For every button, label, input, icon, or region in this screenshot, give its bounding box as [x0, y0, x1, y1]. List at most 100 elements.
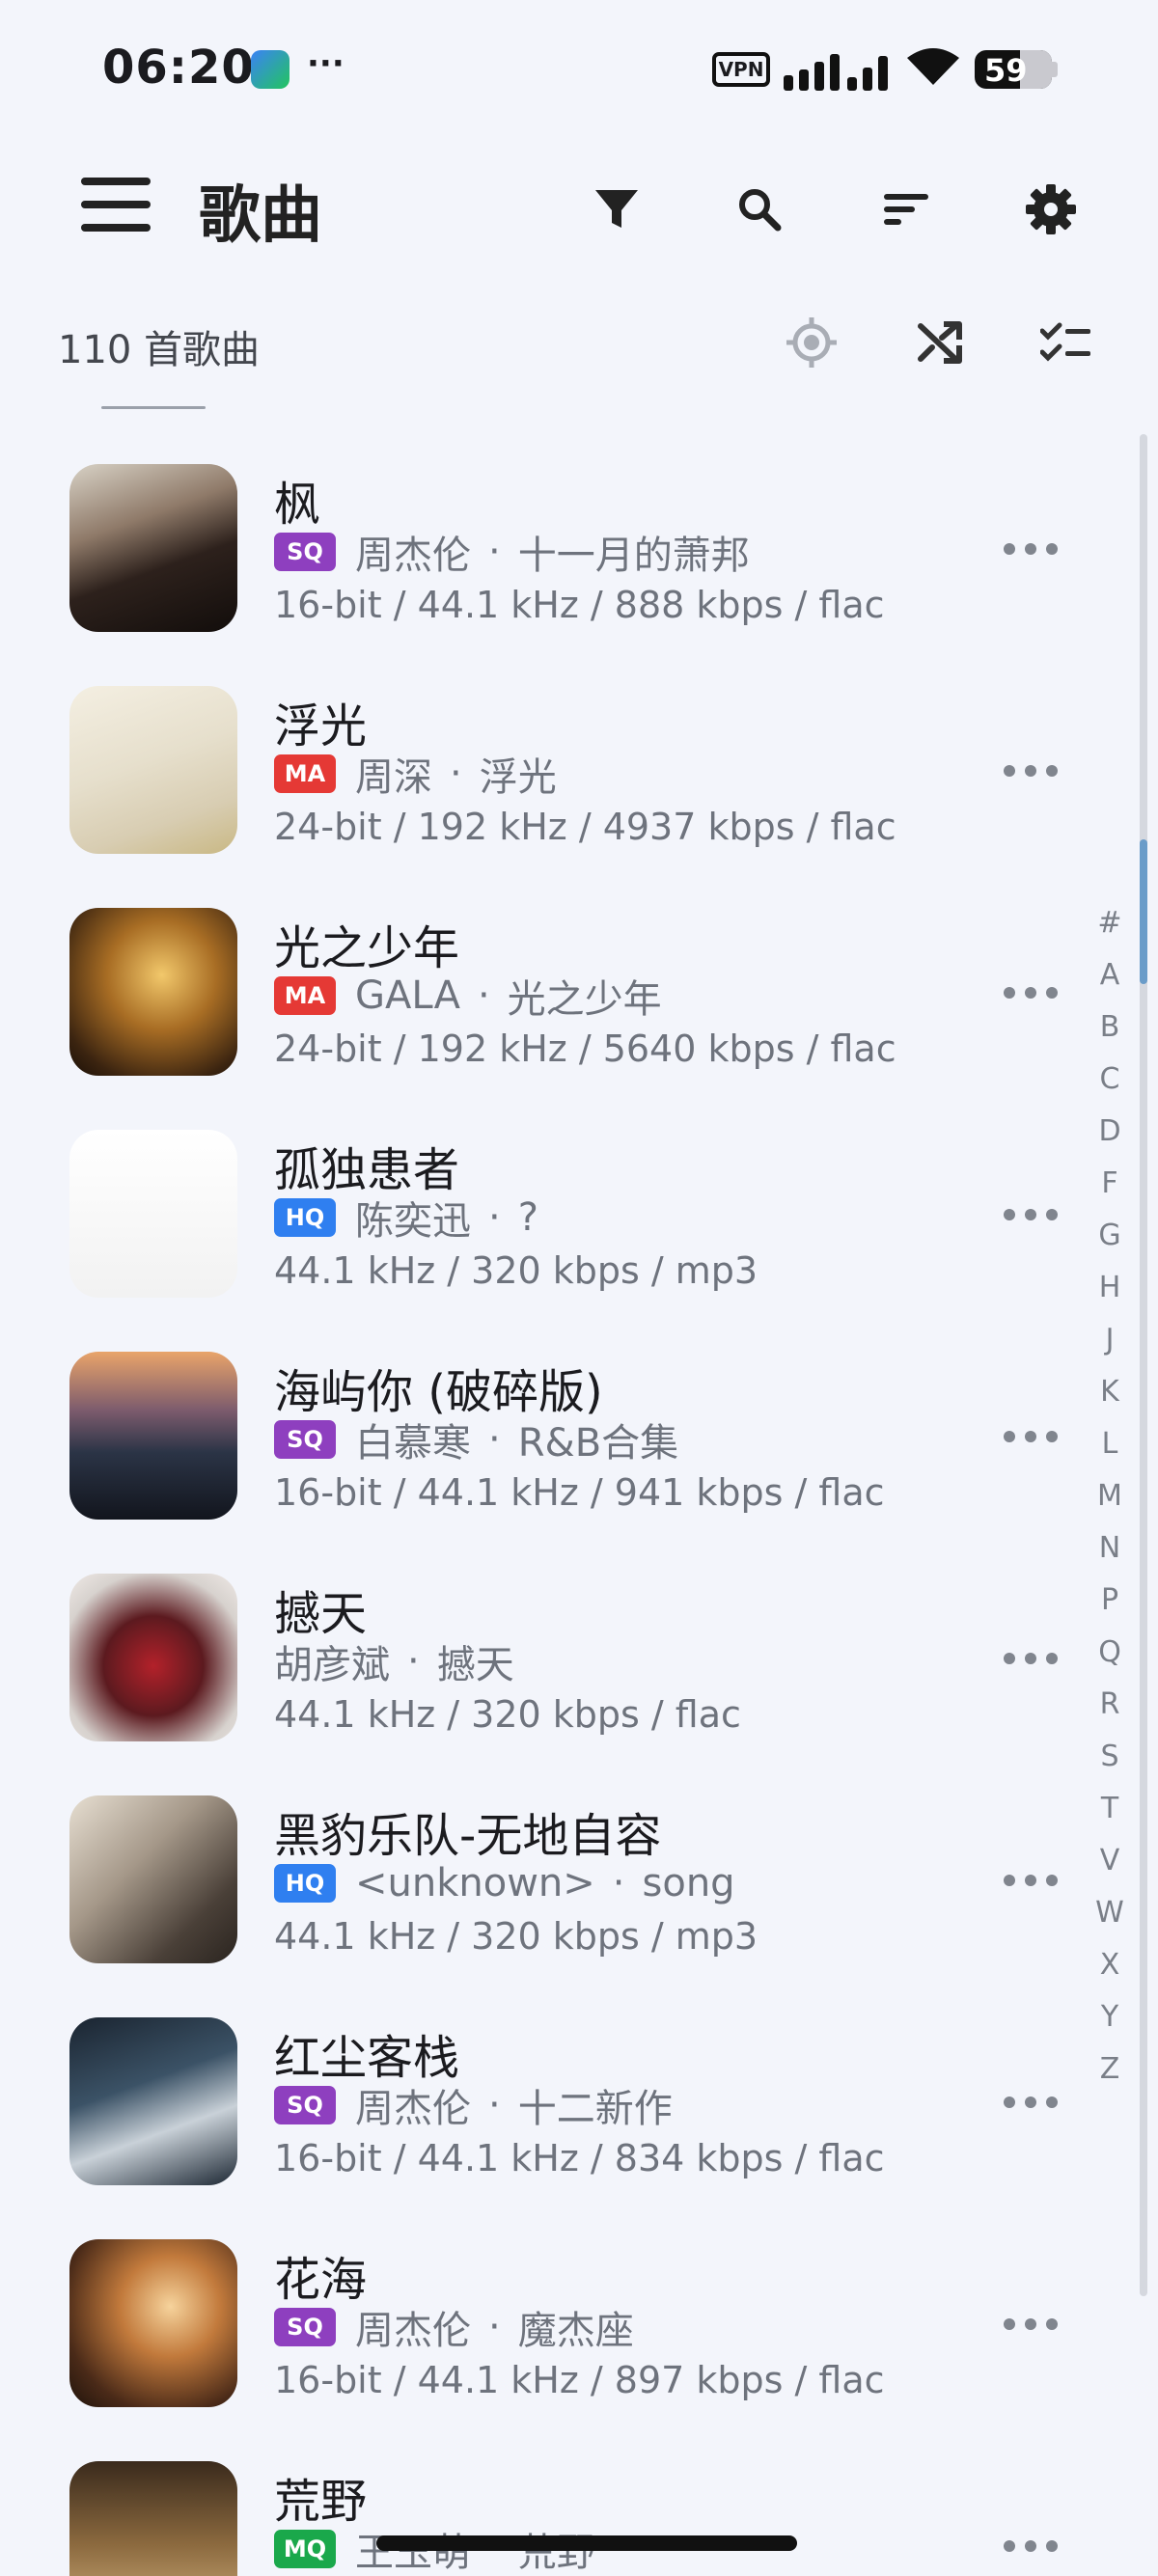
more-options-icon[interactable] [1004, 2533, 1058, 2560]
meta-separator: · [477, 973, 490, 1018]
song-artist: <unknown> [355, 1861, 595, 1905]
index-letter[interactable]: F [1089, 1158, 1131, 1210]
index-letter[interactable]: P [1089, 1575, 1131, 1627]
index-letter[interactable]: N [1089, 1522, 1131, 1575]
scrollbar-thumb[interactable] [1140, 839, 1147, 984]
search-icon [739, 189, 782, 232]
more-options-icon[interactable] [1004, 1423, 1058, 1450]
song-row[interactable]: 浮光 MA 周深 · 浮光 24-bit / 192 kHz / 4937 kbps / … [0, 661, 1071, 883]
song-meta: SQ 周杰伦 · 十二新作 [274, 2081, 673, 2131]
more-options-icon[interactable] [1004, 979, 1058, 1006]
audio-format: 24-bit / 192 kHz / 4937 kbps / flac [274, 806, 896, 848]
audio-format: 44.1 kHz / 320 kbps / flac [274, 1693, 741, 1736]
meta-separator: · [488, 1195, 501, 1240]
song-row[interactable]: 黑豹乐队-无地自容 HQ <unknown> · song 44.1 kHz / 320 … [0, 1770, 1071, 1992]
song-meta: MA GALA · 光之少年 [274, 972, 662, 1022]
index-letter[interactable]: C [1089, 1054, 1131, 1106]
quality-badge: SQ [274, 2086, 336, 2124]
filter-button[interactable] [583, 176, 650, 243]
song-row[interactable]: 孤独患者 HQ 陈奕迅 ·? 44.1 kHz / 320 kbps / mp3 [0, 1105, 1071, 1327]
index-letter[interactable]: R [1089, 1679, 1131, 1731]
index-letter[interactable]: D [1089, 1106, 1131, 1158]
index-letter[interactable]: T [1089, 1783, 1131, 1835]
song-artist: 周深 [355, 755, 432, 800]
song-row[interactable]: 海屿你 (破碎版) SQ 白慕寒 · R&B合集 16-bit / 44.1 kHz / … [0, 1327, 1071, 1548]
song-meta: HQ <unknown> · song [274, 1859, 735, 1907]
more-options-icon[interactable] [1004, 1867, 1058, 1894]
index-letter[interactable]: Y [1089, 1991, 1131, 2043]
audio-format: 16-bit / 44.1 kHz / 834 kbps / flac [274, 2137, 885, 2179]
sort-button[interactable] [872, 176, 940, 243]
album-cover [69, 1795, 237, 1963]
filter-icon [595, 190, 638, 228]
index-letter[interactable]: B [1089, 1001, 1131, 1054]
album-cover [69, 1352, 237, 1520]
settings-icon [1026, 184, 1076, 234]
quality-badge: MA [274, 976, 336, 1015]
more-notifications-icon: ··· [307, 44, 345, 83]
more-options-icon[interactable] [1004, 757, 1058, 784]
alphabet-index[interactable]: # A B C D F G H J K L M N P Q R S T V W X Y Z [1089, 897, 1131, 2096]
sort-icon [884, 194, 928, 225]
app-notification-icon [251, 50, 290, 89]
index-letter[interactable]: S [1089, 1731, 1131, 1783]
battery-icon: 59 [975, 50, 1052, 89]
more-options-icon[interactable] [1004, 1201, 1058, 1228]
index-letter[interactable]: L [1089, 1418, 1131, 1470]
audio-format: 24-bit / 192 kHz / 5640 kbps / flac [274, 1028, 896, 1070]
settings-button[interactable] [1017, 176, 1085, 243]
more-options-icon[interactable] [1004, 2089, 1058, 2116]
song-row[interactable]: 荒野MQ王玉萌·荒野 [0, 2436, 1071, 2576]
song-title: 花海 [274, 2253, 368, 2307]
song-count: 110 首歌曲 [58, 328, 261, 372]
multi-select-button[interactable] [1033, 309, 1100, 376]
song-title: 枫 [274, 478, 321, 532]
index-letter[interactable]: J [1089, 1314, 1131, 1366]
song-row[interactable]: 枫 SQ 周杰伦 · 十一月的萧邦 16-bit / 44.1 kHz / 888 kbp… [0, 439, 1071, 661]
index-letter[interactable]: Z [1089, 2043, 1131, 2096]
song-artist: GALA [355, 973, 460, 1018]
index-letter[interactable]: X [1089, 1939, 1131, 1991]
scrollbar-track[interactable] [1140, 434, 1147, 2296]
meta-separator: · [488, 530, 501, 574]
status-bar: 06:20 ··· VPN 59 [0, 0, 1158, 135]
song-artist: 周杰伦 [355, 2087, 471, 2131]
home-indicator[interactable] [376, 2535, 797, 2551]
shuffle-button[interactable] [905, 309, 973, 376]
menu-icon[interactable] [81, 176, 151, 233]
index-letter[interactable]: Q [1089, 1627, 1131, 1679]
index-letter[interactable]: K [1089, 1366, 1131, 1418]
album-cover [69, 2239, 237, 2407]
index-letter[interactable]: M [1089, 1470, 1131, 1522]
song-row[interactable]: 撼天 胡彦斌 · 撼天 44.1 kHz / 320 kbps / flac [0, 1548, 1071, 1770]
more-options-icon[interactable] [1004, 535, 1058, 562]
index-letter[interactable]: V [1089, 1835, 1131, 1887]
song-row[interactable]: 光之少年 MA GALA · 光之少年 24-bit / 192 kHz / 5640 k… [0, 883, 1071, 1105]
index-letter[interactable]: H [1089, 1262, 1131, 1314]
song-artist: 周杰伦 [355, 2309, 471, 2353]
song-meta: SQ 白慕寒 · R&B合集 [274, 1415, 678, 1466]
more-options-icon[interactable] [1004, 1645, 1058, 1672]
song-album: 十二新作 [517, 2087, 673, 2131]
song-title: 黑豹乐队-无地自容 [274, 1809, 662, 1863]
locate-icon [786, 317, 837, 368]
song-album: 十一月的萧邦 [517, 534, 750, 578]
index-letter[interactable]: A [1089, 949, 1131, 1001]
battery-level: 59 [984, 52, 1028, 89]
top-app-bar: 歌曲 [0, 154, 1158, 260]
more-options-icon[interactable] [1004, 2311, 1058, 2338]
quality-badge: MQ [274, 2530, 336, 2568]
battery-tip [1052, 62, 1058, 77]
song-album: 魔杰座 [517, 2309, 634, 2353]
song-list-screen: 06:20 ··· VPN 59 歌曲 110 首歌曲 枫 SQ 周杰伦 · 十… [0, 0, 1158, 2576]
index-letter[interactable]: G [1089, 1210, 1131, 1262]
search-button[interactable] [726, 176, 793, 243]
song-row[interactable]: 花海 SQ 周杰伦 · 魔杰座 16-bit / 44.1 kHz / 897 kbps … [0, 2214, 1071, 2436]
index-letter[interactable]: # [1089, 897, 1131, 949]
song-list: 枫 SQ 周杰伦 · 十一月的萧邦 16-bit / 44.1 kHz / 888 kbp… [0, 439, 1071, 2576]
wifi-icon [907, 48, 959, 85]
locate-current-button[interactable] [778, 309, 845, 376]
album-cover [69, 1130, 237, 1298]
index-letter[interactable]: W [1089, 1887, 1131, 1939]
song-row[interactable]: 红尘客栈 SQ 周杰伦 · 十二新作 16-bit / 44.1 kHz / 834 kb… [0, 1992, 1071, 2214]
